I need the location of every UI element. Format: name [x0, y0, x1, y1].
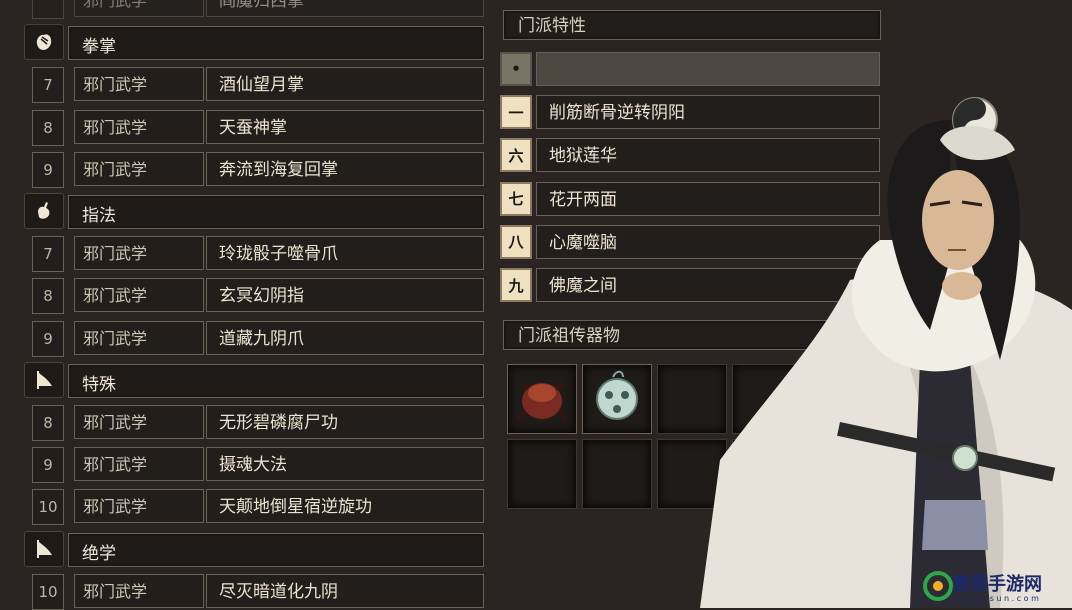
skill-type: 邪门武学 — [74, 67, 204, 102]
skill-level: 9 — [32, 447, 64, 484]
skill-row[interactable]: 9 邪门武学 道藏九阴爪 — [22, 318, 488, 357]
skill-type: 邪门武学 — [74, 278, 204, 313]
skill-name: 酒仙望月掌 — [206, 67, 484, 102]
category-label: 指法 — [82, 206, 116, 226]
trait-number: 六 — [500, 138, 532, 173]
skill-name: 玲珑骰子噬骨爪 — [206, 236, 484, 271]
skill-level: 8 — [32, 405, 64, 441]
finger-icon — [24, 193, 64, 229]
watermark-logo-icon — [923, 571, 953, 601]
skill-name: 天蚕神掌 — [206, 109, 484, 144]
category-label: 绝学 — [82, 543, 116, 564]
trait-number: 七 — [500, 181, 532, 216]
flag-icon — [24, 361, 64, 398]
skill-row[interactable]: 10 邪门武学 尽灭暗道化九阴 — [22, 571, 488, 610]
jade-orb-icon — [583, 365, 651, 437]
trait-number: 九 — [500, 268, 532, 302]
skill-type: 邪门武学 — [74, 0, 204, 17]
skill-row[interactable]: 9 邪门武学 摄魂大法 — [22, 444, 488, 484]
skill-row[interactable]: 9 邪门武学 奔流到海复回掌 — [22, 149, 488, 188]
skill-name: 天颠地倒星宿逆旋功 — [206, 489, 484, 524]
trait-number: 一 — [500, 95, 532, 130]
skill-type: 邪门武学 — [74, 447, 204, 482]
skill-level: 7 — [32, 67, 64, 104]
skill-name: 无形碧磷腐尸功 — [206, 405, 484, 439]
category-bar — [68, 26, 484, 61]
trait-number: 八 — [500, 224, 532, 259]
skill-name: 奔流到海复回掌 — [206, 151, 484, 186]
skill-type: 邪门武学 — [74, 405, 204, 439]
category-bar — [68, 532, 484, 567]
skill-type: 邪门武学 — [74, 236, 204, 271]
skill-level — [32, 0, 64, 19]
category-bar — [68, 363, 484, 398]
skill-type: 邪门武学 — [74, 109, 204, 144]
skill-level: 9 — [32, 320, 64, 357]
skill-level: 7 — [32, 236, 64, 273]
skill-row[interactable]: 8 邪门武学 玄冥幻阴指 — [22, 275, 488, 315]
category-row[interactable]: 特殊 — [22, 360, 488, 398]
skill-level: 10 — [32, 489, 64, 526]
traits-header: 门派特性 — [503, 10, 881, 40]
trait-number: • — [500, 52, 532, 86]
flag-icon — [24, 530, 64, 567]
skill-row[interactable]: 邪门武学 阎魔归西掌 — [22, 0, 488, 19]
category-row[interactable]: 指法 — [22, 191, 488, 229]
skill-name: 道藏九阴爪 — [206, 320, 484, 355]
character-portrait — [700, 97, 1072, 608]
skill-level: 8 — [32, 278, 64, 315]
palm-icon — [24, 24, 64, 61]
relic-slot-filled[interactable] — [507, 364, 577, 434]
watermark-text: 寰晟手游网 — [952, 574, 1042, 595]
category-label: 拳掌 — [82, 37, 116, 58]
relic-slot-filled[interactable] — [582, 364, 652, 434]
skill-name: 摄魂大法 — [206, 447, 484, 482]
skill-row[interactable]: 8 邪门武学 天蚕神掌 — [22, 107, 488, 146]
watermark: 寰晟手游网 h u a n - s u n . c o m — [918, 566, 1072, 608]
skill-row[interactable]: 7 邪门武学 玲珑骰子噬骨爪 — [22, 233, 488, 273]
skill-type: 邪门武学 — [74, 573, 204, 608]
skill-type: 邪门武学 — [74, 151, 204, 186]
skill-level: 10 — [32, 573, 64, 610]
category-label: 特殊 — [82, 374, 116, 395]
skill-type: 邪门武学 — [74, 489, 204, 524]
skill-level: 9 — [32, 151, 64, 188]
red-beetle-icon — [508, 365, 576, 437]
category-row[interactable]: 拳掌 — [22, 22, 488, 61]
skill-name: 玄冥幻阴指 — [206, 278, 484, 313]
skill-type: 邪门武学 — [74, 320, 204, 355]
skill-level: 8 — [32, 109, 64, 146]
skill-name: 尽灭暗道化九阴 — [206, 573, 484, 608]
relic-slot-empty[interactable] — [507, 439, 577, 509]
category-bar — [68, 195, 484, 229]
category-row[interactable]: 绝学 — [22, 529, 488, 567]
skill-row[interactable]: 8 邪门武学 无形碧磷腐尸功 — [22, 402, 488, 441]
relic-slot-empty[interactable] — [582, 439, 652, 509]
skill-row[interactable]: 10 邪门武学 天颠地倒星宿逆旋功 — [22, 486, 488, 526]
skill-row[interactable]: 7 邪门武学 酒仙望月掌 — [22, 64, 488, 104]
skill-name: 阎魔归西掌 — [206, 0, 484, 17]
watermark-url: h u a n - s u n . c o m — [954, 594, 1039, 603]
